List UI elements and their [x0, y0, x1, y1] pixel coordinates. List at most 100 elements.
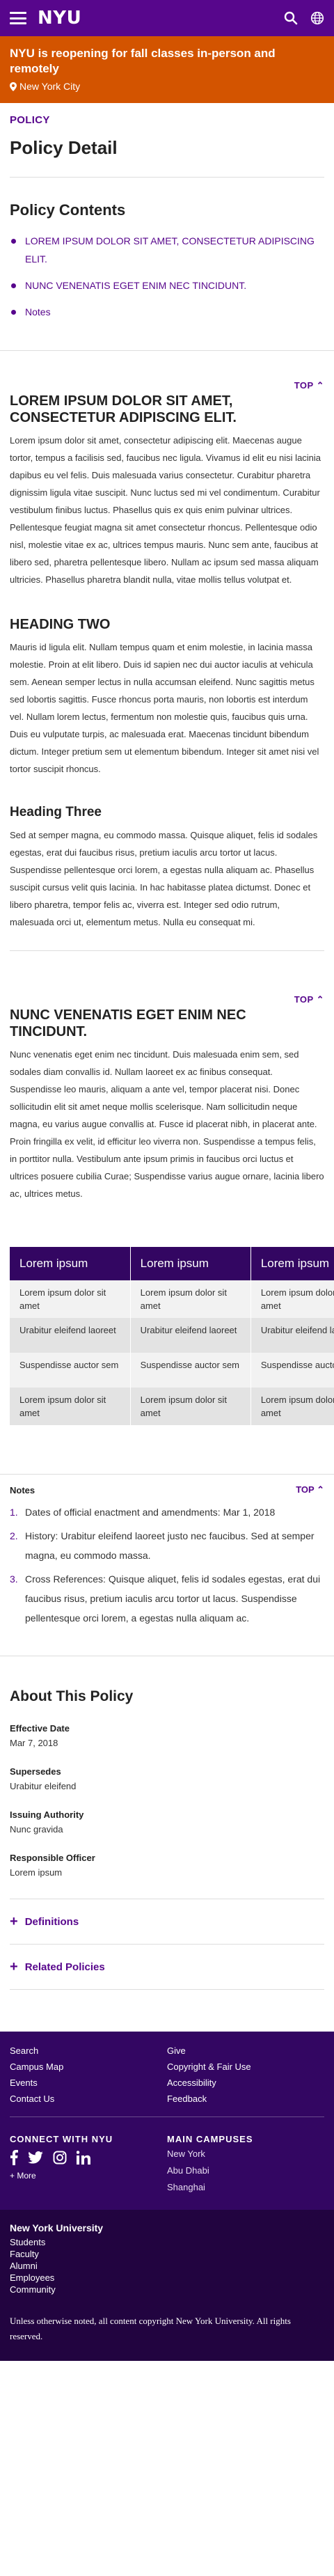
note-number: 2.	[10, 1530, 18, 1541]
section-heading: Heading Three	[10, 805, 102, 819]
back-to-top-link[interactable]: TOP ⌃	[0, 951, 334, 1007]
footer-link-feedback[interactable]: Feedback	[167, 2094, 324, 2104]
top-label: TOP	[296, 1484, 315, 1495]
copyright-text: Unless otherwise noted, all content copy…	[10, 2316, 291, 2341]
footer-org-link[interactable]: Faculty	[10, 2248, 324, 2260]
table-cell: Urabitur eleifend laoreet	[10, 1318, 131, 1353]
policy-contents-title: Policy Contents	[10, 201, 126, 219]
connect-title: CONNECT WITH NYU	[10, 2134, 113, 2144]
footer-org-link[interactable]: Students	[10, 2236, 324, 2248]
table-cell: Suspendisse auctor sem	[250, 1353, 334, 1388]
table-cell: Suspendisse auctor sem	[130, 1353, 251, 1388]
footer-org-link[interactable]: Alumni	[10, 2260, 324, 2272]
table-header: Lorem ipsum	[250, 1247, 334, 1280]
field-label: Responsible Officer	[10, 1853, 95, 1863]
note-text: Dates of official enactment and amendmen…	[25, 1507, 276, 1518]
location-pin-icon	[10, 81, 17, 91]
accordion-label: Related Policies	[24, 1961, 105, 1973]
footer-link-copyright[interactable]: Copyright & Fair Use	[167, 2061, 324, 2072]
table-row: Urabitur eleifend laoreet Urabitur eleif…	[10, 1318, 334, 1353]
footer-link-campus-map[interactable]: Campus Map	[10, 2061, 167, 2072]
field-label: Effective Date	[10, 1723, 70, 1734]
note-item: 3. Cross References: Quisque aliquet, fel…	[10, 1569, 324, 1628]
field-label: Supersedes	[10, 1766, 61, 1777]
contents-link[interactable]: Notes	[10, 303, 324, 321]
table-cell: Lorem ipsum dolor sit amet	[130, 1280, 251, 1318]
plus-icon: +	[10, 1914, 18, 1929]
twitter-icon[interactable]	[28, 2151, 43, 2164]
chevron-up-icon: ⌃	[316, 994, 324, 1005]
footer-link-give[interactable]: Give	[167, 2045, 324, 2056]
top-navbar: NYU	[0, 0, 334, 36]
table-cell: Suspendisse auctor sem	[10, 1353, 131, 1388]
note-item: 2. History: Urabitur eleifend laoreet jus…	[10, 1526, 324, 1565]
section-body: Lorem ipsum dolor sit amet, consectetur …	[10, 435, 321, 585]
contents-link[interactable]: NUNC VENENATIS EGET ENIM NEC TINCIDUNT.	[10, 276, 324, 294]
table-header: Lorem ipsum	[130, 1247, 251, 1280]
policy-field: Effective Date Mar 7, 2018	[10, 1723, 324, 1748]
menu-icon[interactable]	[10, 12, 26, 24]
table-cell: Lorem ipsum dolor sit amet	[250, 1280, 334, 1318]
notes-section: Notes TOP ⌃ 1. Dates of official enactmen…	[0, 1474, 334, 1628]
field-value: Mar 7, 2018	[10, 1738, 58, 1748]
accordion-label: Definitions	[24, 1915, 79, 1928]
alert-banner[interactable]: NYU is reopening for fall classes in-per…	[0, 36, 334, 103]
table-row: Lorem ipsum dolor sit amet Lorem ipsum d…	[10, 1280, 334, 1318]
policy-field: Responsible Officer Lorem ipsum	[10, 1853, 324, 1878]
instagram-icon[interactable]	[53, 2151, 67, 2165]
nyu-logo[interactable]: NYU	[38, 8, 81, 29]
search-icon[interactable]	[284, 11, 298, 25]
alert-location-label: New York City	[19, 81, 81, 92]
note-number: 3.	[10, 1573, 18, 1585]
chevron-up-icon: ⌃	[316, 380, 324, 391]
footer-org-link[interactable]: Employees	[10, 2272, 324, 2284]
section-body: Sed at semper magna, eu commodo massa. Q…	[10, 830, 318, 927]
campus-link[interactable]: Shanghai	[167, 2181, 324, 2194]
about-policy: About This Policy Effective Date Mar 7, …	[0, 1656, 334, 1878]
globe-icon[interactable]	[310, 11, 324, 25]
more-social-link[interactable]: + More	[10, 2171, 167, 2181]
field-label: Issuing Authority	[10, 1809, 84, 1820]
chevron-up-icon: ⌃	[317, 1484, 324, 1495]
footer-link-accessibility[interactable]: Accessibility	[167, 2078, 324, 2088]
note-text: History: Urabitur eleifend laoreet justo…	[25, 1530, 315, 1561]
footer-link-contact[interactable]: Contact Us	[10, 2094, 167, 2104]
note-number: 1.	[10, 1507, 18, 1518]
section-heading: HEADING TWO	[10, 617, 111, 632]
campus-link[interactable]: Abu Dhabi	[167, 2164, 324, 2178]
notes-label: Notes	[10, 1484, 35, 1495]
footer-link-events[interactable]: Events	[10, 2078, 167, 2088]
top-label: TOP	[294, 994, 314, 1005]
back-to-top-link[interactable]: TOP ⌃	[296, 1484, 324, 1495]
data-table-wrapper[interactable]: Lorem ipsum Lorem ipsum Lorem ipsum Lore…	[0, 1247, 334, 1425]
table-row: Lorem ipsum dolor sit amet Lorem ipsum d…	[10, 1388, 334, 1425]
policy-contents: Policy Contents LOREM IPSUM DOLOR SIT AM…	[0, 178, 334, 351]
alert-location: New York City	[10, 81, 324, 92]
plus-icon: +	[10, 1959, 18, 1974]
linkedin-icon[interactable]	[77, 2151, 90, 2165]
accordion-related-policies[interactable]: + Related Policies	[10, 1944, 324, 1990]
field-value: Lorem ipsum	[10, 1867, 63, 1878]
policy-field: Issuing Authority Nunc gravida	[10, 1809, 324, 1835]
footer-org-link[interactable]: Community	[10, 2284, 324, 2295]
campus-link[interactable]: New York	[167, 2147, 324, 2161]
page-title: Policy Detail	[10, 137, 324, 178]
note-item: 1. Dates of official enactment and amendm…	[10, 1502, 324, 1522]
section-body: Nunc venenatis eget enim nec tincidunt. …	[10, 1049, 324, 1199]
section-body: Mauris id ligula elit. Nullam tempus qua…	[10, 642, 319, 774]
field-value: Nunc gravida	[10, 1824, 63, 1835]
contents-link[interactable]: LOREM IPSUM DOLOR SIT AMET, CONSECTETUR …	[10, 232, 324, 268]
accordion-definitions[interactable]: + Definitions	[10, 1899, 324, 1944]
footer-link-search[interactable]: Search	[10, 2045, 167, 2056]
section-heading: LOREM IPSUM DOLOR SIT AMET, CONSECTETUR …	[10, 393, 237, 425]
policy-field: Supersedes Urabitur eleifend	[10, 1766, 324, 1791]
campuses-title: MAIN CAMPUSES	[167, 2134, 253, 2144]
table-header: Lorem ipsum	[10, 1247, 131, 1280]
alert-title: NYU is reopening for fall classes in-per…	[10, 47, 276, 75]
section-heading: NUNC VENENATIS EGET ENIM NEC TINCIDUNT.	[10, 1007, 246, 1039]
table-cell: Lorem ipsum dolor sit amet	[130, 1388, 251, 1425]
field-value: Urabitur eleifend	[10, 1781, 77, 1791]
back-to-top-link[interactable]: TOP ⌃	[0, 368, 334, 393]
facebook-icon[interactable]	[10, 2150, 18, 2165]
breadcrumb[interactable]: POLICY	[10, 103, 324, 126]
